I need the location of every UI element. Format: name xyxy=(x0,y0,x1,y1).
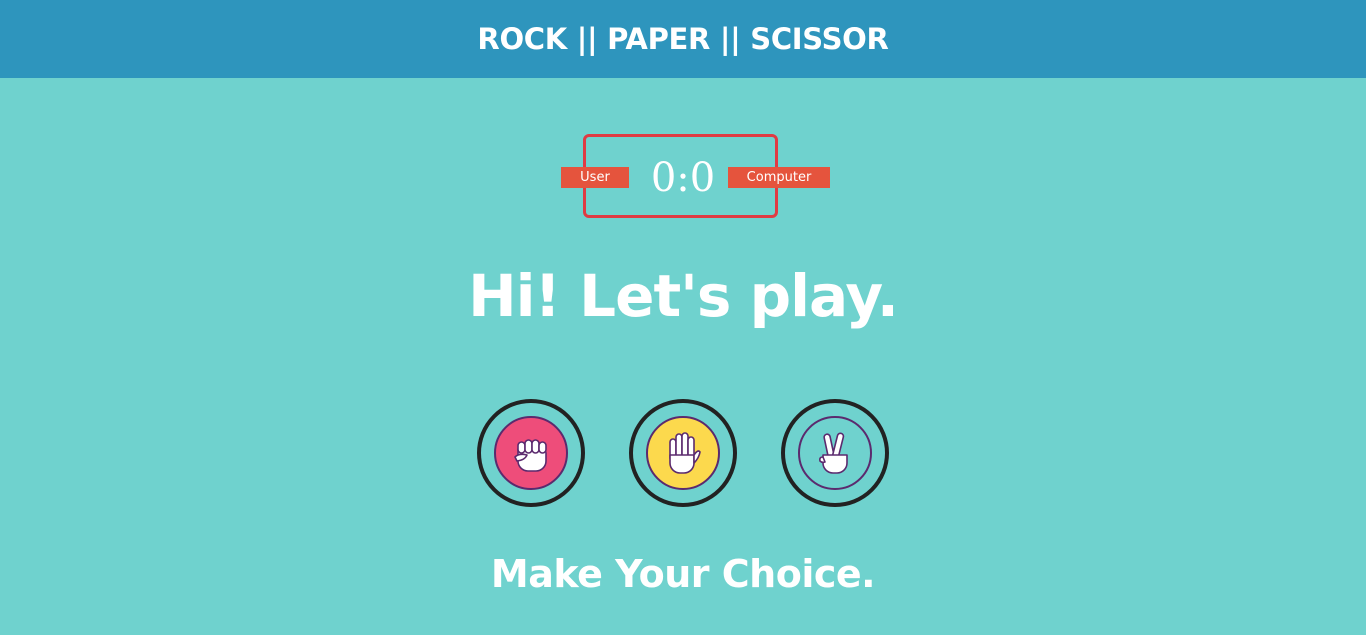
rock-fist-icon xyxy=(514,439,547,472)
scissors-hand-icon xyxy=(819,432,848,474)
page-title: ROCK || PAPER || SCISSOR xyxy=(477,22,889,56)
score-value: 0:0 xyxy=(650,155,716,201)
app-header: ROCK || PAPER || SCISSOR xyxy=(0,0,1366,78)
result-message: Hi! Let's play. xyxy=(468,262,899,330)
action-message: Make Your Choice. xyxy=(490,552,876,596)
paper-hand-icon xyxy=(669,432,701,474)
scissors-choice-inner xyxy=(798,416,872,490)
scissors-choice-button[interactable] xyxy=(781,399,889,507)
paper-choice-inner xyxy=(646,416,720,490)
rock-choice-button[interactable] xyxy=(477,399,585,507)
rock-choice-inner xyxy=(494,416,568,490)
paper-choice-button[interactable] xyxy=(629,399,737,507)
